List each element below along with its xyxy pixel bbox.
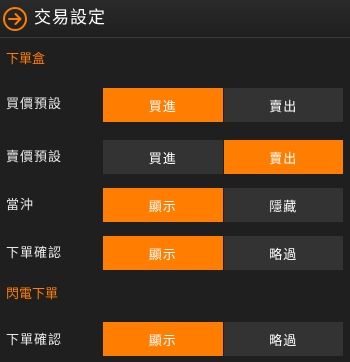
row-label-order-confirm: 下單確認 [6, 246, 63, 261]
circle-arrow-right-icon[interactable] [2, 6, 28, 32]
section-title-flash-order: 閃電下單 [6, 287, 59, 302]
option-show-button[interactable]: 顯示 [103, 188, 223, 222]
option-buy-button[interactable]: 買進 [103, 88, 223, 122]
row-label-buy-price-default: 買價預設 [6, 97, 63, 112]
option-buy-button[interactable]: 買進 [103, 140, 223, 174]
row-label-flash-order-confirm: 下單確認 [6, 333, 63, 348]
row-label-day-trade: 當沖 [6, 198, 35, 213]
segmented-control-day-trade: 顯示 隱藏 [103, 188, 343, 222]
option-show-button[interactable]: 顯示 [103, 236, 223, 270]
option-sell-button[interactable]: 賣出 [222, 140, 343, 174]
option-skip-button[interactable]: 略過 [222, 236, 343, 270]
option-sell-button[interactable]: 賣出 [222, 88, 343, 122]
option-hide-button[interactable]: 隱藏 [222, 188, 343, 222]
option-skip-button[interactable]: 略過 [222, 322, 343, 356]
page-title: 交易設定 [34, 8, 106, 28]
option-show-button[interactable]: 顯示 [103, 322, 223, 356]
trade-settings-panel: 交易設定 下單盒 買價預設 買進 賣出 賣價預設 買進 賣出 當沖 顯示 隱藏 … [0, 0, 350, 362]
row-label-sell-price-default: 賣價預設 [6, 150, 63, 165]
segmented-control-order-confirm: 顯示 略過 [103, 236, 343, 270]
segmented-control-flash-order-confirm: 顯示 略過 [103, 322, 343, 356]
segmented-control-buy-price-default: 買進 賣出 [103, 88, 343, 122]
segmented-control-sell-price-default: 買進 賣出 [103, 140, 343, 174]
header-bar: 交易設定 [0, 0, 350, 38]
section-title-order-box: 下單盒 [6, 52, 46, 67]
